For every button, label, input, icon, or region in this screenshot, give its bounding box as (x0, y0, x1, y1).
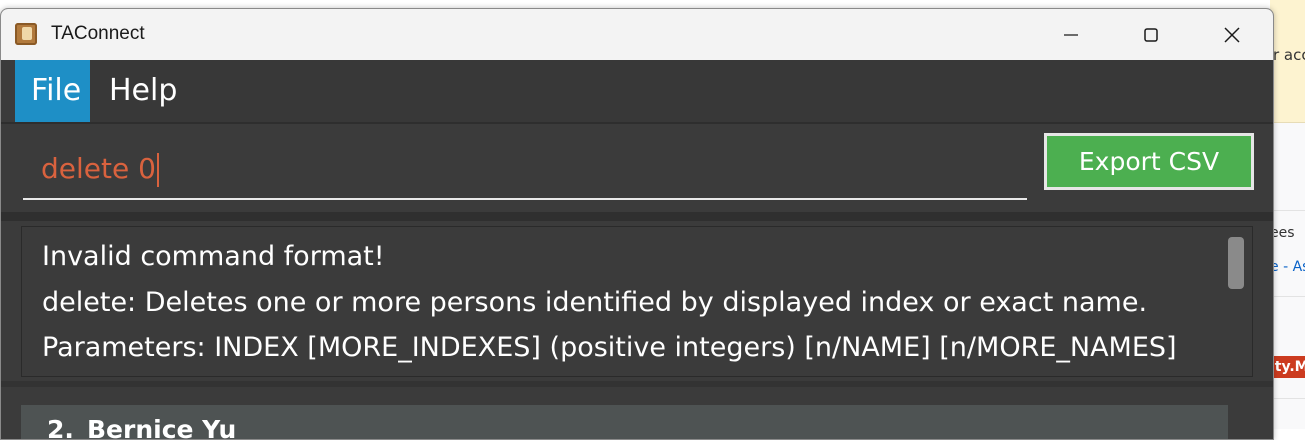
background-app: r acc ees e - As ity.M (1270, 0, 1305, 429)
window-title: TAConnect (51, 23, 145, 44)
result-message-line: delete: Deletes one or more persons iden… (42, 287, 1148, 318)
background-banner: r acc (1270, 0, 1305, 123)
minimize-icon (1064, 33, 1078, 36)
app-window: TAConnect File Help delete 0 Export CSV … (0, 8, 1274, 440)
list-item[interactable]: 2. Bernice Yu (21, 405, 1228, 440)
background-badge: ity.M (1270, 356, 1305, 378)
title-bar[interactable]: TAConnect (1, 9, 1273, 60)
result-message-line: Parameters: INDEX [MORE_INDEXES] (positi… (42, 332, 1177, 363)
menu-bar: File Help (15, 60, 1273, 122)
maximize-button[interactable] (1111, 9, 1191, 60)
divider (1, 212, 1273, 221)
close-icon (1224, 26, 1240, 43)
divider (1270, 398, 1305, 399)
command-input-value: delete 0 (41, 152, 156, 185)
text-caret (156, 153, 159, 187)
minimize-button[interactable] (1031, 9, 1111, 60)
command-input[interactable]: delete 0 (23, 134, 1027, 200)
command-area: delete 0 Export CSV (1, 124, 1273, 212)
divider (1270, 210, 1305, 211)
person-list: 2. Bernice Yu (1, 387, 1273, 440)
export-csv-button[interactable]: Export CSV (1044, 133, 1254, 190)
maximize-icon (1144, 27, 1158, 42)
person-name: Bernice Yu (87, 415, 237, 440)
divider (1270, 296, 1305, 297)
result-scrollbar[interactable] (1228, 237, 1244, 289)
background-banner-text: r acc (1273, 46, 1305, 64)
close-button[interactable] (1192, 9, 1272, 60)
app-icon (15, 23, 37, 45)
menu-file[interactable]: File (15, 60, 90, 122)
result-message-line: Invalid command format! (42, 241, 385, 272)
result-display: Invalid command format! delete: Deletes … (21, 226, 1253, 377)
menu-help[interactable]: Help (93, 60, 193, 122)
background-link[interactable]: e - As (1270, 259, 1305, 275)
person-index: 2. (47, 415, 74, 440)
